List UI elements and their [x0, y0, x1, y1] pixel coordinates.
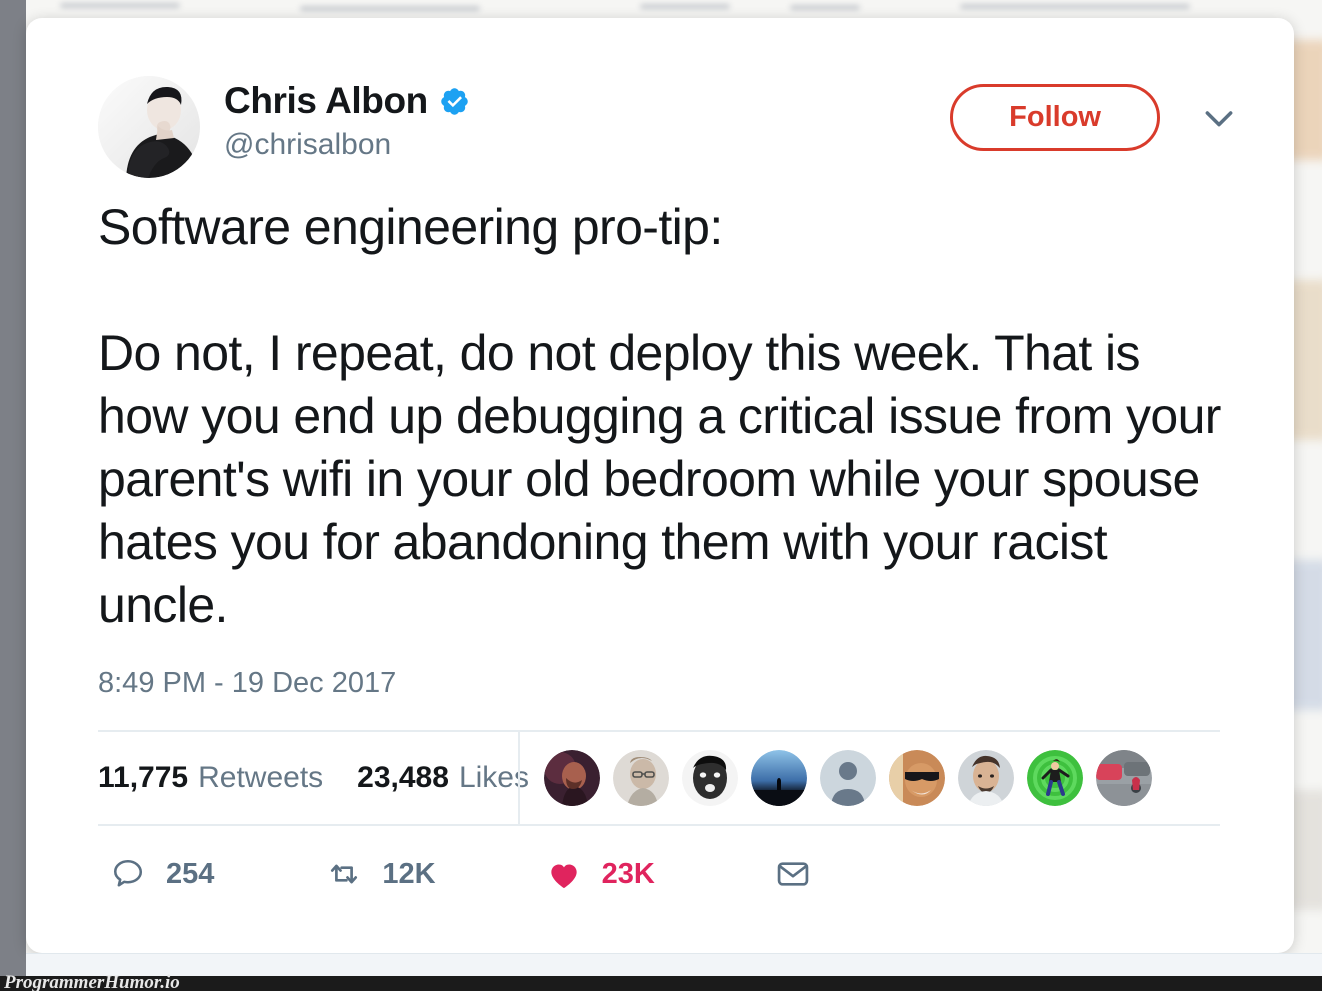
heart-icon: [544, 854, 584, 894]
reply-action[interactable]: 254: [108, 854, 214, 894]
watermark-text: ProgrammerHumor.io: [4, 972, 180, 991]
reply-bubble-icon: [108, 854, 148, 894]
bg-text-line: [60, 3, 180, 8]
dm-action[interactable]: [773, 854, 831, 894]
retweet-icon: [324, 854, 364, 894]
liker-avatar-4[interactable]: [751, 750, 807, 806]
liker-avatar-9[interactable]: [1096, 750, 1152, 806]
chris-albon-avatar[interactable]: [98, 76, 200, 178]
bg-text-line: [300, 6, 480, 11]
header-actions: Follow: [950, 84, 1242, 151]
display-name: Chris Albon: [224, 80, 428, 121]
tweet-header: Chris Albon @chrisalbon Follow: [98, 76, 1242, 180]
tweet-timestamp[interactable]: 8:49 PM - 19 Dec 2017: [98, 667, 1242, 700]
liker-avatar-2[interactable]: [613, 750, 669, 806]
tweet-stats-row: 11,775 Retweets 23,488 Likes: [98, 732, 1220, 824]
retweets-count[interactable]: 11,775: [98, 761, 188, 795]
reply-count: 254: [166, 857, 215, 890]
background-scrollbar-strip[interactable]: [0, 0, 26, 991]
author-handle[interactable]: @chrisalbon: [224, 128, 470, 161]
liker-facepile: [544, 750, 1152, 806]
follow-button[interactable]: Follow: [950, 84, 1160, 151]
liker-avatar-1[interactable]: [544, 750, 600, 806]
stats-counts: 11,775 Retweets 23,488 Likes: [98, 761, 529, 795]
watermark-bar: ProgrammerHumor.io: [0, 972, 1322, 991]
like-action[interactable]: 23K: [544, 854, 655, 894]
bg-text-line: [640, 4, 730, 9]
bg-text-line: [960, 4, 1190, 9]
liker-avatar-3[interactable]: [682, 750, 738, 806]
retweet-count: 12K: [382, 857, 436, 890]
bg-text-line: [790, 5, 860, 10]
envelope-icon: [773, 854, 813, 894]
stats-vertical-divider: [518, 732, 520, 824]
tweet-body-text: Software engineering pro-tip: Do not, I …: [98, 199, 1221, 633]
chevron-down-icon[interactable]: [1196, 95, 1242, 141]
liker-avatar-default-egg[interactable]: [820, 750, 876, 806]
tweet-card: Chris Albon @chrisalbon Follow Software …: [26, 18, 1294, 953]
verified-badge-icon: [439, 86, 470, 117]
author-names: Chris Albon @chrisalbon: [224, 76, 470, 161]
likes-count[interactable]: 23,488: [357, 761, 449, 795]
liker-avatar-8[interactable]: [1027, 750, 1083, 806]
liker-avatar-7[interactable]: [958, 750, 1014, 806]
tweet-action-bar: 254 12K 23K: [98, 826, 1220, 922]
page-bottom-strip: [26, 953, 1322, 977]
screenshot-root: Chris Albon @chrisalbon Follow Software …: [0, 0, 1322, 991]
liker-avatar-6[interactable]: [889, 750, 945, 806]
display-name-row: Chris Albon: [224, 80, 470, 121]
retweets-label[interactable]: Retweets: [198, 761, 323, 795]
like-count: 23K: [601, 857, 655, 890]
retweet-action[interactable]: 12K: [324, 854, 436, 894]
